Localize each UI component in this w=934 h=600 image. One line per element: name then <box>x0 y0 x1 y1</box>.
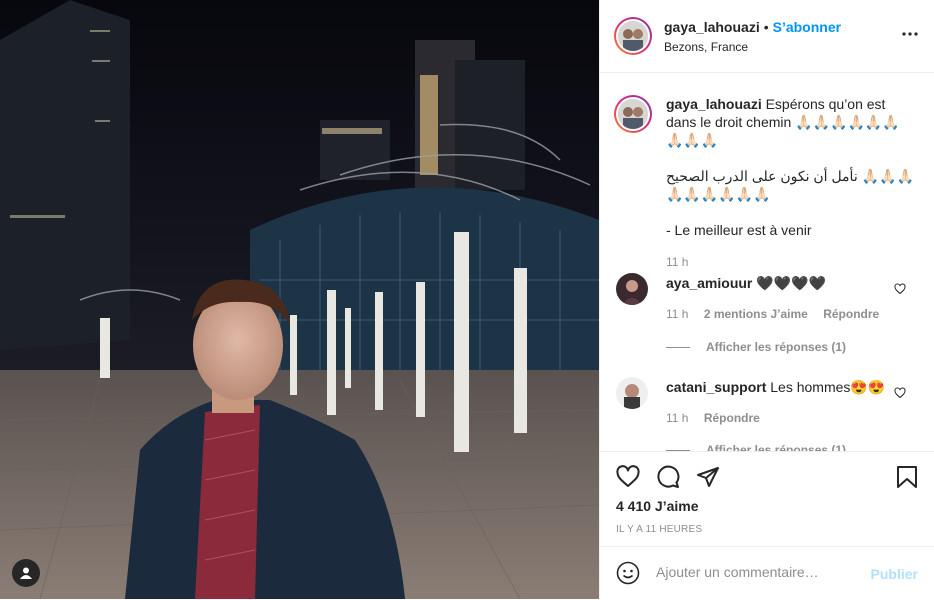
comment-item: catani_support Les hommes😍😍 <box>666 378 896 396</box>
like-button[interactable] <box>615 464 641 490</box>
post-actions: 4 410 J’aime IL Y A 11 HEURES <box>600 451 934 546</box>
comment-avatar[interactable] <box>616 273 648 305</box>
comment-icon <box>657 465 680 488</box>
comments-list[interactable]: gaya_lahouazi Espérons qu’on est dans le… <box>600 73 934 451</box>
heart-icon <box>616 465 640 487</box>
caption-author-avatar[interactable] <box>614 95 652 133</box>
separator-dot: • <box>763 19 769 35</box>
caption-line-2: نأمل أن نكون على الدرب الصحيح 🙏🏻🙏🏻🙏🏻🙏🏻🙏🏻… <box>666 168 914 202</box>
emoji-icon <box>616 561 640 585</box>
post-location[interactable]: Bezons, France <box>664 40 748 54</box>
post-sidebar: gaya_lahouazi • S’abonner Bezons, France… <box>599 0 934 599</box>
user-tag-button[interactable] <box>12 559 40 587</box>
save-button[interactable] <box>894 464 920 490</box>
comment-avatar[interactable] <box>616 377 648 409</box>
view-replies-button[interactable]: Afficher les réponses (1) <box>666 340 846 354</box>
caption-line-3: - Le meilleur est à venir <box>666 222 812 238</box>
comment-username[interactable]: catani_support <box>666 379 766 395</box>
publish-button[interactable]: Publier <box>871 566 918 582</box>
view-replies-label: Afficher les réponses (1) <box>706 443 847 451</box>
comment-like-icon[interactable] <box>894 387 906 399</box>
post-timestamp[interactable]: IL Y A 11 HEURES <box>616 524 702 535</box>
more-options-icon <box>902 32 918 36</box>
add-comment-bar: Publier <box>600 546 934 600</box>
like-count[interactable]: 4 410 J’aime <box>616 498 699 514</box>
caption-username[interactable]: gaya_lahouazi <box>666 96 762 112</box>
comment-username[interactable]: aya_amiouur <box>666 275 752 291</box>
author-username[interactable]: gaya_lahouazi <box>664 19 760 35</box>
share-button[interactable] <box>695 464 721 490</box>
comment-time[interactable]: 11 h <box>666 307 688 321</box>
post-image <box>0 0 599 599</box>
comment-item: aya_amiouur 🖤🖤🖤🖤 <box>666 274 896 292</box>
comment-meta: 11 h 2 mentions J’aime Répondre <box>666 307 891 321</box>
caption-time[interactable]: 11 h <box>666 253 916 271</box>
post-photo[interactable] <box>0 0 599 599</box>
comment-time[interactable]: 11 h <box>666 411 688 425</box>
comment-meta: 11 h Répondre <box>666 411 772 425</box>
comment-text: Les hommes😍😍 <box>770 379 886 395</box>
post-header: gaya_lahouazi • S’abonner Bezons, France <box>600 0 934 73</box>
emoji-button[interactable] <box>615 560 641 586</box>
comment-button[interactable] <box>655 464 681 490</box>
share-icon <box>697 467 719 487</box>
more-options-button[interactable] <box>902 26 918 42</box>
post-caption: gaya_lahouazi Espérons qu’on est dans le… <box>666 95 916 271</box>
comment-text: 🖤🖤🖤🖤 <box>756 275 826 291</box>
view-replies-label: Afficher les réponses (1) <box>706 340 847 354</box>
follow-button[interactable]: S’abonner <box>773 19 841 35</box>
comment-reply-button[interactable]: Répondre <box>823 307 879 321</box>
comment-like-icon[interactable] <box>894 283 906 295</box>
author-avatar[interactable] <box>614 17 652 55</box>
comment-reply-button[interactable]: Répondre <box>704 411 760 425</box>
bookmark-icon <box>897 466 917 488</box>
comment-likes[interactable]: 2 mentions J’aime <box>704 307 808 321</box>
add-comment-input[interactable] <box>656 564 856 580</box>
user-tag-icon <box>20 567 32 579</box>
view-replies-button[interactable]: Afficher les réponses (1) <box>666 443 846 451</box>
